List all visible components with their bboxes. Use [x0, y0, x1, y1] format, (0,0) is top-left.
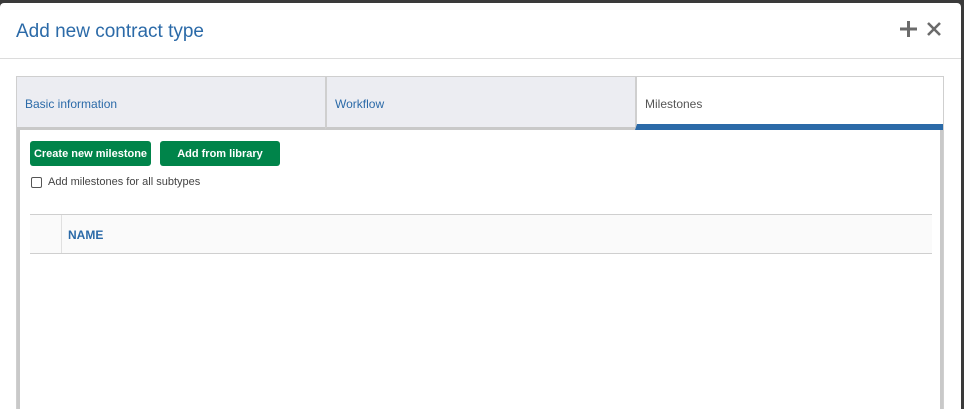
column-header-name[interactable]: NAME: [68, 228, 103, 242]
tab-label: Workflow: [335, 97, 385, 111]
milestones-grid-body: [30, 254, 932, 404]
tab-label: Milestones: [645, 97, 703, 111]
add-from-library-button[interactable]: Add from library: [160, 141, 280, 166]
tab-label: Basic information: [25, 97, 118, 111]
tab-milestones[interactable]: Milestones: [635, 77, 943, 130]
all-subtypes-checkbox[interactable]: [31, 177, 42, 188]
create-milestone-button[interactable]: Create new milestone: [30, 141, 151, 166]
dialog-content: Basic information Workflow Milestones Cr…: [16, 76, 944, 409]
milestones-grid-header: NAME: [30, 214, 932, 254]
tab-workflow[interactable]: Workflow: [325, 77, 636, 130]
dialog-header: Add new contract type: [0, 3, 961, 59]
milestones-panel: Create new milestone Add from library Ad…: [17, 130, 943, 409]
select-column: [30, 215, 62, 253]
add-contract-type-dialog: Add new contract type Basic information …: [0, 3, 961, 409]
plus-icon[interactable]: [897, 17, 919, 41]
close-icon[interactable]: [923, 17, 945, 41]
tab-bar: Basic information Workflow Milestones: [17, 77, 943, 130]
dialog-title: Add new contract type: [16, 21, 204, 42]
tab-basic-information[interactable]: Basic information: [17, 77, 326, 130]
all-subtypes-label: Add milestones for all subtypes: [48, 176, 201, 188]
